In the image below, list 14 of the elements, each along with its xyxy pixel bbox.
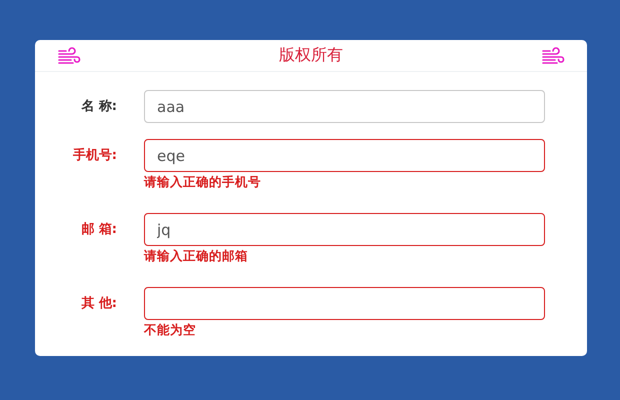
header-title: 版权所有 [279,45,343,66]
field-label: 其 他: [81,295,117,313]
field-label: 邮 箱: [81,221,117,239]
wind-icon [57,46,81,64]
input-field[interactable]: aaa [144,90,545,123]
input-field[interactable]: jq [144,213,545,246]
error-message: 不能为空 [144,321,197,339]
error-message: 请输入正确的邮箱 [144,247,249,265]
field-label: 名 称: [81,98,117,116]
input-field[interactable] [144,287,545,320]
input-field[interactable]: eqe [144,139,545,172]
error-message: 请输入正确的手机号 [144,173,262,191]
field-label: 手机号: [72,146,117,165]
wind-icon [541,46,565,64]
